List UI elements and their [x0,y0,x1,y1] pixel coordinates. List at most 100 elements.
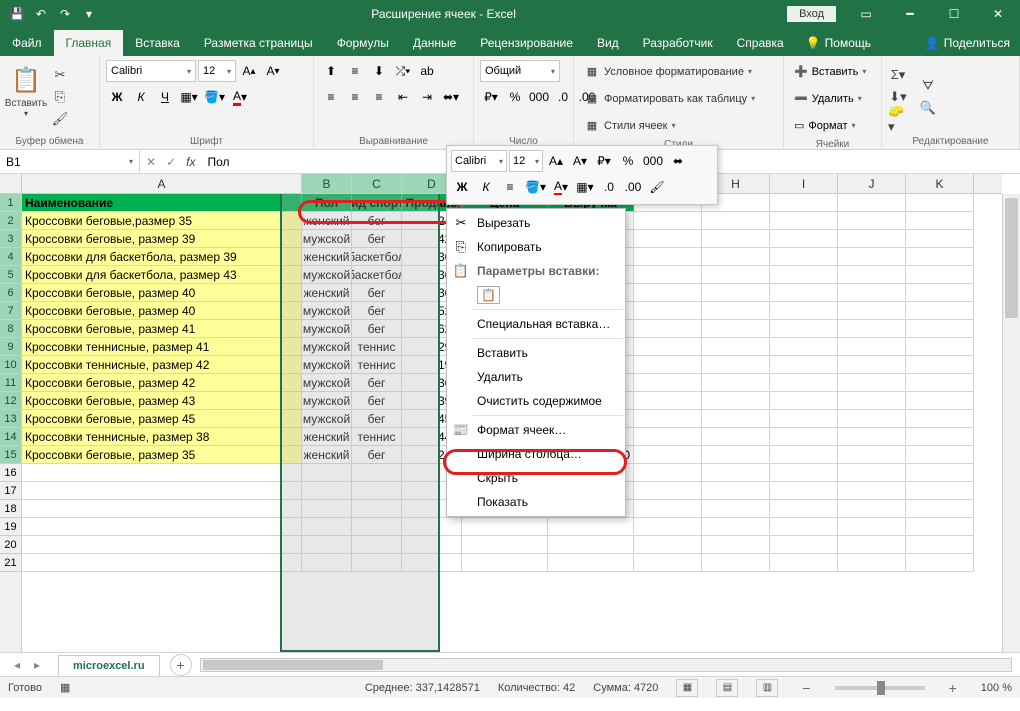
cell[interactable] [906,518,974,536]
cell[interactable] [770,392,838,410]
cell[interactable]: теннис [352,356,402,374]
cell[interactable] [702,248,770,266]
tab-file[interactable]: Файл [0,30,54,56]
cell[interactable] [702,500,770,518]
indent-increase-icon[interactable]: ⇥ [416,86,438,108]
cell[interactable] [770,212,838,230]
cell[interactable] [702,554,770,572]
clear-icon[interactable]: 🧽▾ [888,109,908,129]
cell[interactable] [770,464,838,482]
row-header[interactable]: 13 [0,410,21,428]
cm-column-width[interactable]: Ширина столбца… [447,442,625,466]
sheet-prev-icon[interactable]: ◂ [8,656,26,674]
cell[interactable]: женский [302,284,352,302]
col-header-B[interactable]: B [302,174,352,193]
cell[interactable] [22,554,302,572]
cell[interactable] [702,536,770,554]
tab-developer[interactable]: Разработчик [631,30,725,56]
cell[interactable] [634,392,702,410]
cell[interactable]: Кроссовки теннисные, размер 41 [22,338,302,356]
cell[interactable] [906,446,974,464]
save-icon[interactable]: 💾 [6,3,28,25]
zoom-in-button[interactable]: + [943,680,963,696]
cell[interactable] [702,482,770,500]
cell[interactable]: мужской [302,392,352,410]
mini-italic-button[interactable]: К [475,176,497,198]
delete-cells-button[interactable]: ➖Удалить▾ [790,87,875,110]
cell[interactable]: бег [352,446,402,464]
align-top-icon[interactable]: ⬆ [320,60,342,82]
cell[interactable]: теннис [352,338,402,356]
cell[interactable] [838,482,906,500]
name-box[interactable]: B1▾ [0,150,140,173]
cell[interactable]: Кроссовки беговые, размер 41 [22,320,302,338]
redo-icon[interactable]: ↷ [54,3,76,25]
cell[interactable] [352,554,402,572]
cell[interactable] [906,212,974,230]
cell[interactable] [838,518,906,536]
cell[interactable] [770,266,838,284]
mini-percent-icon[interactable]: % [617,150,639,172]
col-header-C[interactable]: C [352,174,402,193]
mini-font-color-icon[interactable]: A▾ [550,176,572,198]
cell[interactable] [702,230,770,248]
cell[interactable] [634,554,702,572]
cm-clear[interactable]: Очистить содержимое [447,389,625,413]
cell[interactable] [770,428,838,446]
cell[interactable] [838,338,906,356]
cell[interactable] [702,266,770,284]
cell[interactable] [634,446,702,464]
cell[interactable] [770,500,838,518]
cell[interactable]: Кроссовки беговые, размер 43 [22,392,302,410]
row-header[interactable]: 8 [0,320,21,338]
cell[interactable] [352,536,402,554]
cell[interactable]: мужской [302,356,352,374]
maximize-icon[interactable]: ☐ [932,0,976,28]
fill-color-icon[interactable]: 🪣▾ [202,86,227,108]
cell[interactable] [634,230,702,248]
cell[interactable] [906,392,974,410]
row-header[interactable]: 7 [0,302,21,320]
bold-button[interactable]: Ж [106,86,128,108]
col-header-I[interactable]: I [770,174,838,193]
paste-button[interactable]: 📋 Вставить ▾ [6,60,46,134]
cell[interactable] [906,320,974,338]
cell[interactable] [702,446,770,464]
align-right-icon[interactable]: ≡ [368,86,390,108]
cell[interactable] [906,266,974,284]
cell[interactable]: баскетбол [352,248,402,266]
row-header[interactable]: 6 [0,284,21,302]
sort-filter-icon[interactable]: ᗊ [918,76,938,96]
row-header[interactable]: 14 [0,428,21,446]
cell[interactable] [352,518,402,536]
format-as-table-button[interactable]: ▦Форматировать как таблицу▾ [580,87,777,110]
cell[interactable] [634,374,702,392]
cell[interactable] [634,284,702,302]
cell[interactable]: мужской [302,374,352,392]
cell[interactable] [634,536,702,554]
cell[interactable] [906,374,974,392]
mini-currency-icon[interactable]: ₽▾ [593,150,615,172]
tab-home[interactable]: Главная [54,30,124,56]
cell[interactable]: бег [352,212,402,230]
cell[interactable] [906,428,974,446]
cell[interactable] [838,554,906,572]
cell[interactable]: теннис [352,428,402,446]
cell[interactable]: женский [302,446,352,464]
cell[interactable] [838,320,906,338]
row-header[interactable]: 21 [0,554,21,572]
cell[interactable] [634,464,702,482]
minimize-icon[interactable]: ━ [888,0,932,28]
cell[interactable] [838,356,906,374]
align-left-icon[interactable]: ≡ [320,86,342,108]
cut-icon[interactable]: ✂ [50,65,70,85]
cell[interactable] [838,212,906,230]
indent-decrease-icon[interactable]: ⇤ [392,86,414,108]
cell[interactable] [702,410,770,428]
cell[interactable] [770,230,838,248]
cell[interactable] [702,320,770,338]
cell[interactable] [702,302,770,320]
row-header[interactable]: 15 [0,446,21,464]
share-button[interactable]: 👤Поделиться [915,30,1020,56]
cell[interactable] [402,554,462,572]
